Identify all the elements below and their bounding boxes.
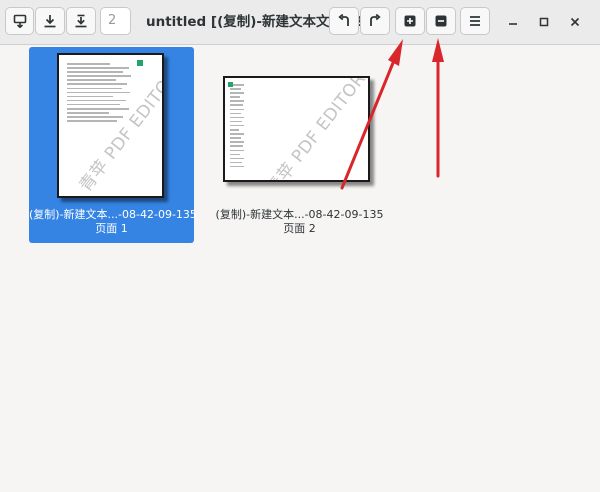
save-button[interactable]: [35, 7, 65, 35]
page-2-badge-icon: [228, 82, 233, 87]
page-thumbnail-1[interactable]: 青苹 PDF EDITOR (复制)-新建文本...-08-42-09-135 …: [29, 47, 197, 243]
insert-page-button[interactable]: [5, 7, 34, 35]
rotate-left-button[interactable]: [329, 7, 359, 35]
insert-page-icon: [13, 14, 26, 28]
page-number-field[interactable]: 2: [100, 7, 131, 35]
page-2-text-lines: [230, 84, 244, 170]
page-2-preview: 青苹 PDF EDITOR: [223, 76, 370, 182]
rotate-right-button[interactable]: [360, 7, 390, 35]
page-2-watermark: 青苹 PDF EDITOR: [262, 76, 370, 182]
page-1-filename: (复制)-新建文本...-08-42-09-135: [29, 208, 197, 221]
save-as-icon: [75, 14, 87, 28]
rotate-left-icon: [338, 14, 349, 26]
menu-icon: [470, 16, 480, 26]
maximize-icon: [539, 17, 549, 27]
rotate-right-icon: [370, 14, 381, 26]
page-1-badge-icon: [137, 60, 143, 66]
zoom-out-button[interactable]: [426, 7, 456, 35]
page-grid: 青苹 PDF EDITOR (复制)-新建文本...-08-42-09-135 …: [0, 45, 600, 492]
maximize-button[interactable]: [534, 12, 554, 32]
page-thumbnail-2[interactable]: 青苹 PDF EDITOR (复制)-新建文本...-08-42-09-135 …: [212, 47, 387, 243]
page-2-label: 页面 2: [283, 222, 316, 235]
close-icon: [570, 17, 580, 27]
page-1-caption: (复制)-新建文本...-08-42-09-135 页面 1: [29, 208, 197, 236]
minimize-icon: [509, 23, 517, 25]
menu-button[interactable]: [460, 7, 490, 35]
zoom-in-button[interactable]: [395, 7, 425, 35]
close-button[interactable]: [565, 12, 585, 32]
save-icon: [44, 15, 56, 28]
minimize-button[interactable]: [503, 12, 523, 32]
page-1-preview: 青苹 PDF EDITOR: [57, 53, 164, 198]
page-2-filename: (复制)-新建文本...-08-42-09-135: [215, 208, 384, 221]
page-2-caption: (复制)-新建文本...-08-42-09-135 页面 2: [212, 208, 387, 236]
save-as-button[interactable]: [66, 7, 96, 35]
zoom-in-icon: [404, 15, 416, 27]
zoom-out-icon: [435, 15, 447, 27]
page-1-label: 页面 1: [95, 222, 128, 235]
header-bar: 2 untitled [(复制)-新建文本文档 (2...: [0, 0, 600, 45]
